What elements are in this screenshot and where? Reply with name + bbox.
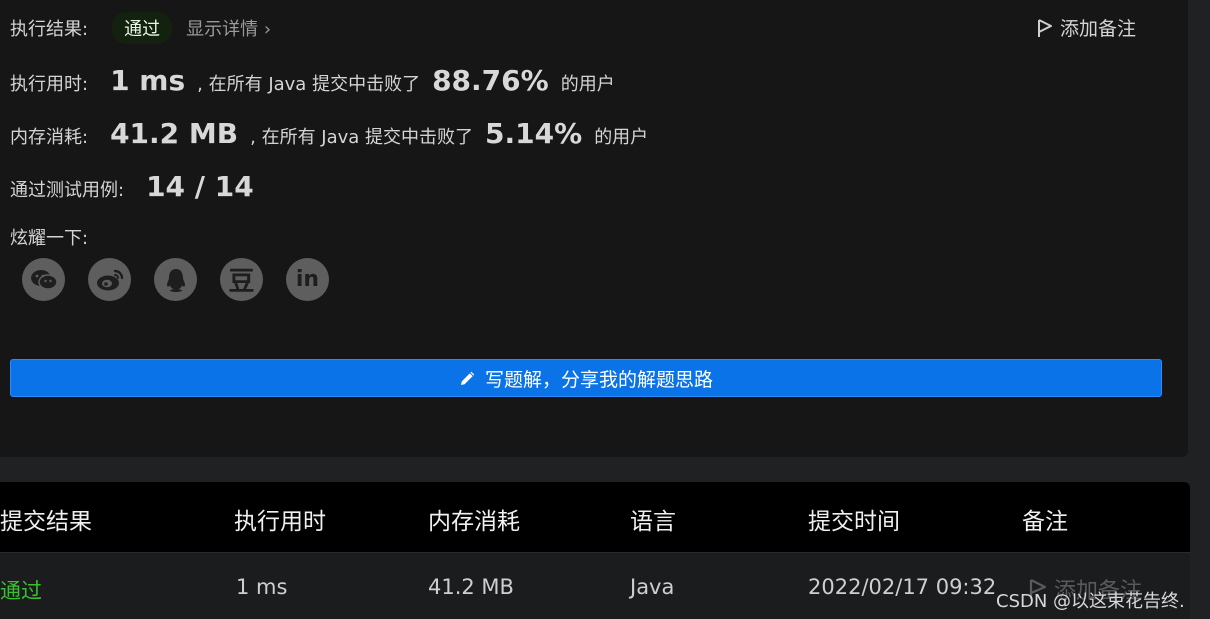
- row-memory: 41.2 MB: [428, 575, 514, 599]
- share-buttons: 豆 in: [22, 258, 329, 301]
- share-linkedin-button[interactable]: in: [286, 258, 329, 301]
- memory-row: 内存消耗: 41.2 MB , 在所有 Java 提交中击败了 5.14% 的用…: [10, 117, 648, 150]
- col-time: 提交时间: [808, 509, 900, 535]
- share-row-label: 炫耀一下:: [10, 224, 88, 250]
- runtime-value: 1 ms: [110, 64, 186, 97]
- col-runtime: 执行用时: [234, 509, 326, 535]
- share-wechat-button[interactable]: [22, 258, 65, 301]
- col-note: 备注: [1022, 509, 1068, 535]
- show-details-link[interactable]: 显示详情 ›: [186, 15, 271, 41]
- qq-icon: [166, 268, 185, 292]
- wechat-icon: [30, 269, 58, 290]
- add-note-button[interactable]: 添加备注: [1036, 14, 1136, 41]
- memory-suffix: 的用户: [594, 127, 649, 148]
- col-status: 提交结果: [0, 509, 92, 535]
- runtime-mid: , 在所有 Java 提交中击败了: [197, 74, 421, 95]
- douban-icon: 豆: [228, 267, 255, 297]
- table-header: 提交结果 执行用时 内存消耗 语言 提交时间 备注: [0, 482, 1190, 553]
- runtime-label: 执行用时:: [10, 74, 89, 95]
- col-memory: 内存消耗: [428, 509, 520, 535]
- memory-label: 内存消耗:: [10, 127, 89, 148]
- testcases-value: 14 / 14: [146, 170, 254, 203]
- write-solution-button[interactable]: 写题解，分享我的解题思路: [10, 359, 1162, 397]
- status-badge: 通过: [112, 12, 173, 44]
- write-solution-label: 写题解，分享我的解题思路: [484, 368, 713, 391]
- runtime-percent: 88.76%: [432, 64, 549, 97]
- memory-percent: 5.14%: [485, 117, 583, 150]
- row-status-link[interactable]: 通过: [0, 575, 42, 605]
- result-row: 执行结果: 通过 显示详情 ›: [10, 12, 271, 44]
- weibo-icon: [96, 269, 123, 290]
- share-qq-button[interactable]: [154, 258, 197, 301]
- chevron-right-icon: ›: [263, 19, 272, 40]
- row-language: Java: [630, 575, 675, 599]
- memory-mid: , 在所有 Java 提交中击败了: [250, 127, 474, 148]
- linkedin-icon: in: [295, 267, 320, 292]
- runtime-suffix: 的用户: [560, 74, 615, 95]
- show-details-label: 显示详情: [186, 19, 259, 40]
- watermark: CSDN @以这束花告终.: [996, 591, 1185, 612]
- col-language: 语言: [630, 509, 676, 535]
- result-panel: 执行结果: 通过 显示详情 › 添加备注 执行用时: 1 ms , 在所有 Ja…: [0, 0, 1188, 457]
- add-note-label: 添加备注: [1060, 18, 1137, 40]
- result-label: 执行结果:: [10, 19, 89, 40]
- memory-value: 41.2 MB: [110, 117, 239, 150]
- share-douban-button[interactable]: 豆: [220, 258, 263, 301]
- testcases-row: 通过测试用例: 14 / 14: [10, 170, 266, 203]
- flag-icon: [1038, 18, 1052, 37]
- testcases-label: 通过测试用例:: [10, 180, 125, 201]
- runtime-row: 执行用时: 1 ms , 在所有 Java 提交中击败了 88.76% 的用户: [10, 64, 615, 97]
- row-runtime: 1 ms: [236, 575, 288, 599]
- share-weibo-button[interactable]: [88, 258, 131, 301]
- pencil-icon: [460, 371, 475, 385]
- row-time: 2022/02/17 09:32: [808, 575, 997, 599]
- share-label: 炫耀一下:: [10, 228, 89, 249]
